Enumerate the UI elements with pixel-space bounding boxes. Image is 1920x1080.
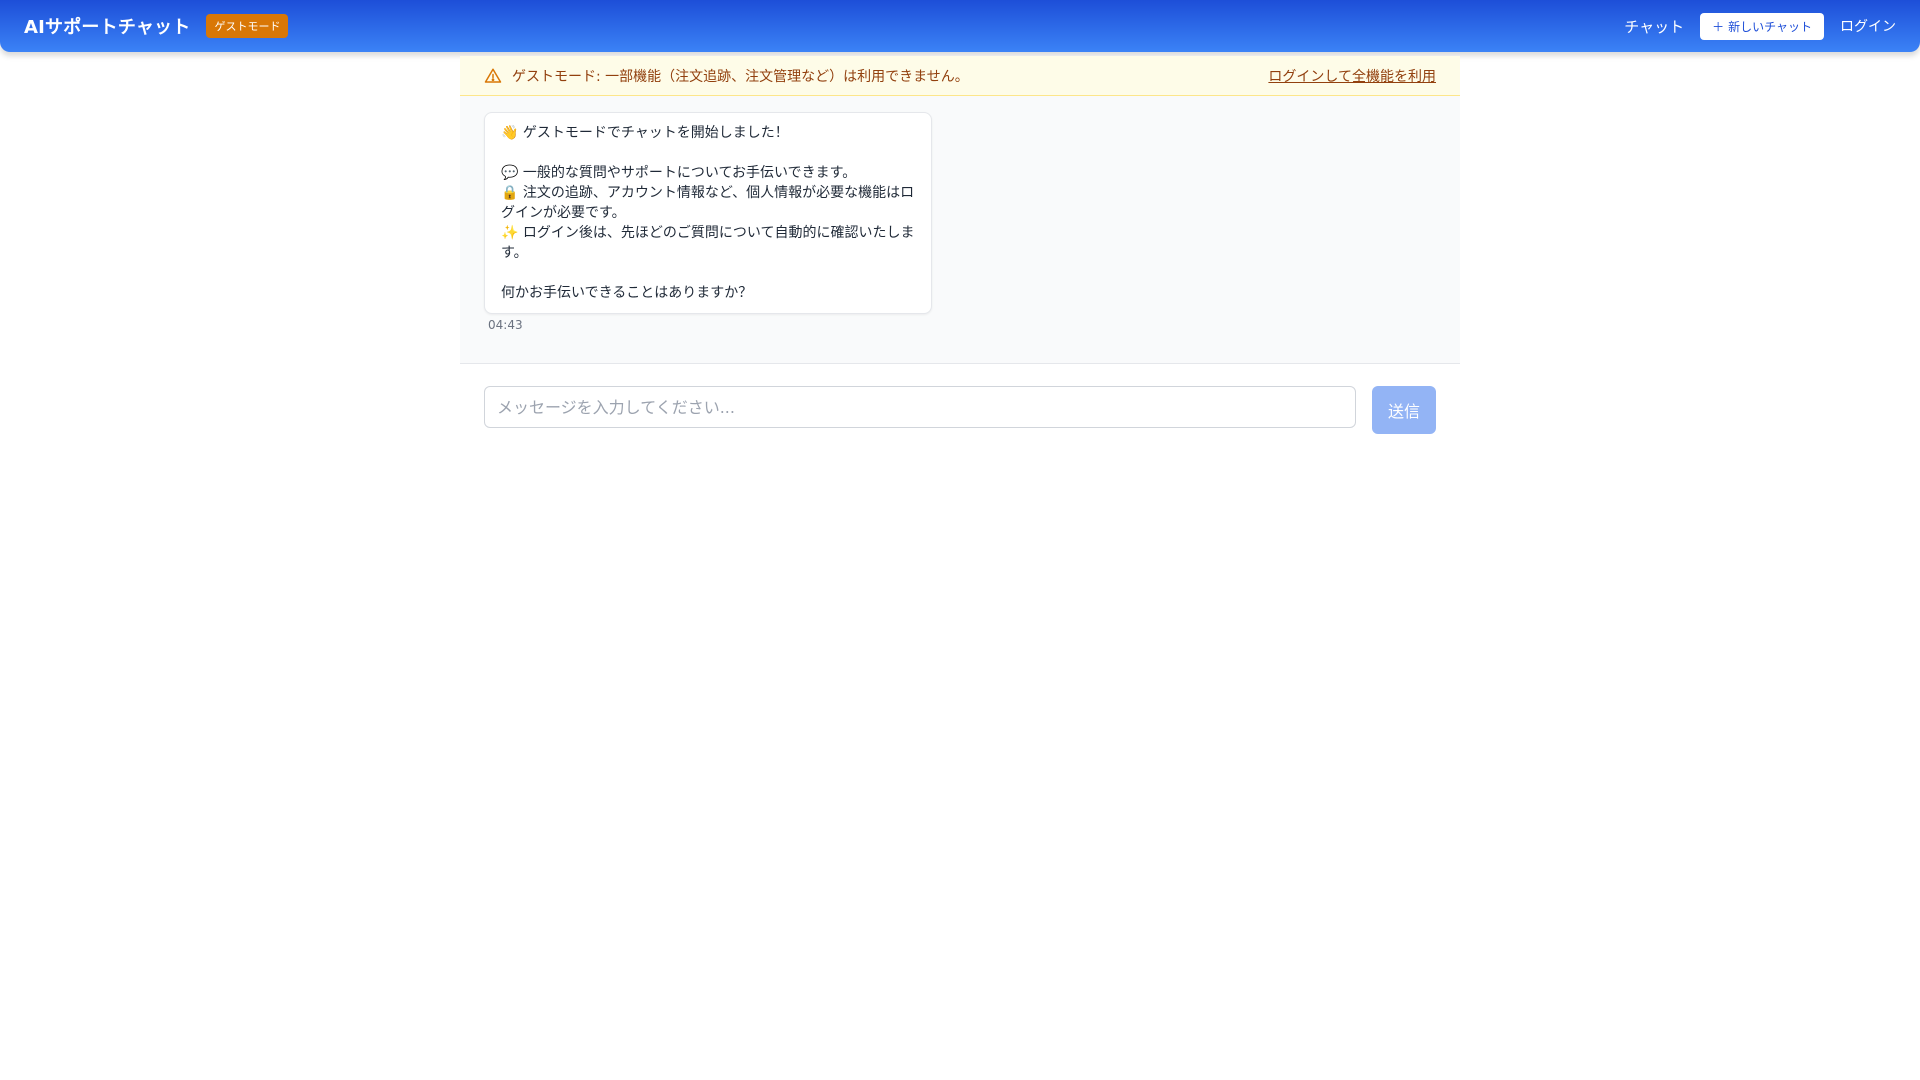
login-link[interactable]: ログイン [1840,16,1896,36]
nav-chat-link[interactable]: チャット [1624,16,1684,37]
message-line [501,143,915,163]
send-button[interactable]: 送信 [1372,386,1436,434]
guest-warning-banner: ゲストモード: 一部機能（注文追跡、注文管理など）は利用できません。 ログインし… [460,56,1460,96]
warning-icon [484,67,502,85]
message-line [501,263,915,283]
guest-mode-badge: ゲストモード [206,14,289,38]
message-line: ✨ ログイン後は、先ほどのご質問について自動的に確認いたします。 [501,225,915,261]
warning-message-group: ゲストモード: 一部機能（注文追跡、注文管理など）は利用できません。 [484,66,969,86]
chat-panel: ゲストモード: 一部機能（注文追跡、注文管理など）は利用できません。 ログインし… [460,56,1460,434]
app-title[interactable]: AIサポートチャット [24,13,190,39]
plus-icon: ＋ [1712,19,1725,34]
message-line: 👋 ゲストモードでチャットを開始しました！ [501,125,789,141]
new-chat-button[interactable]: ＋ 新しいチャット [1700,12,1824,40]
header-left: AIサポートチャット ゲストモード [24,13,289,39]
header-nav: チャット ＋ 新しいチャット ログイン [1624,12,1896,40]
new-chat-label: 新しいチャット [1728,19,1812,34]
message-list: 👋 ゲストモードでチャットを開始しました！ 💬 一般的な質問やサポートについてお… [460,96,1460,364]
app-header: AIサポートチャット ゲストモード チャット ＋ 新しいチャット ログイン [0,0,1920,52]
message-input[interactable] [484,386,1356,428]
message-line: 🔒 注文の追跡、アカウント情報など、個人情報が必要な機能はログインが必要です。 [501,185,915,221]
message-line: 💬 一般的な質問やサポートについてお手伝いできます。 [501,165,857,181]
message-line: 何かお手伝いできることはありますか？ [501,285,753,301]
login-full-features-link[interactable]: ログインして全機能を利用 [1268,66,1436,86]
message-timestamp: 04:43 [488,318,523,332]
composer: 送信 [460,364,1460,434]
assistant-message-bubble: 👋 ゲストモードでチャットを開始しました！ 💬 一般的な質問やサポートについてお… [484,112,932,314]
warning-message: ゲストモード: 一部機能（注文追跡、注文管理など）は利用できません。 [512,68,969,85]
